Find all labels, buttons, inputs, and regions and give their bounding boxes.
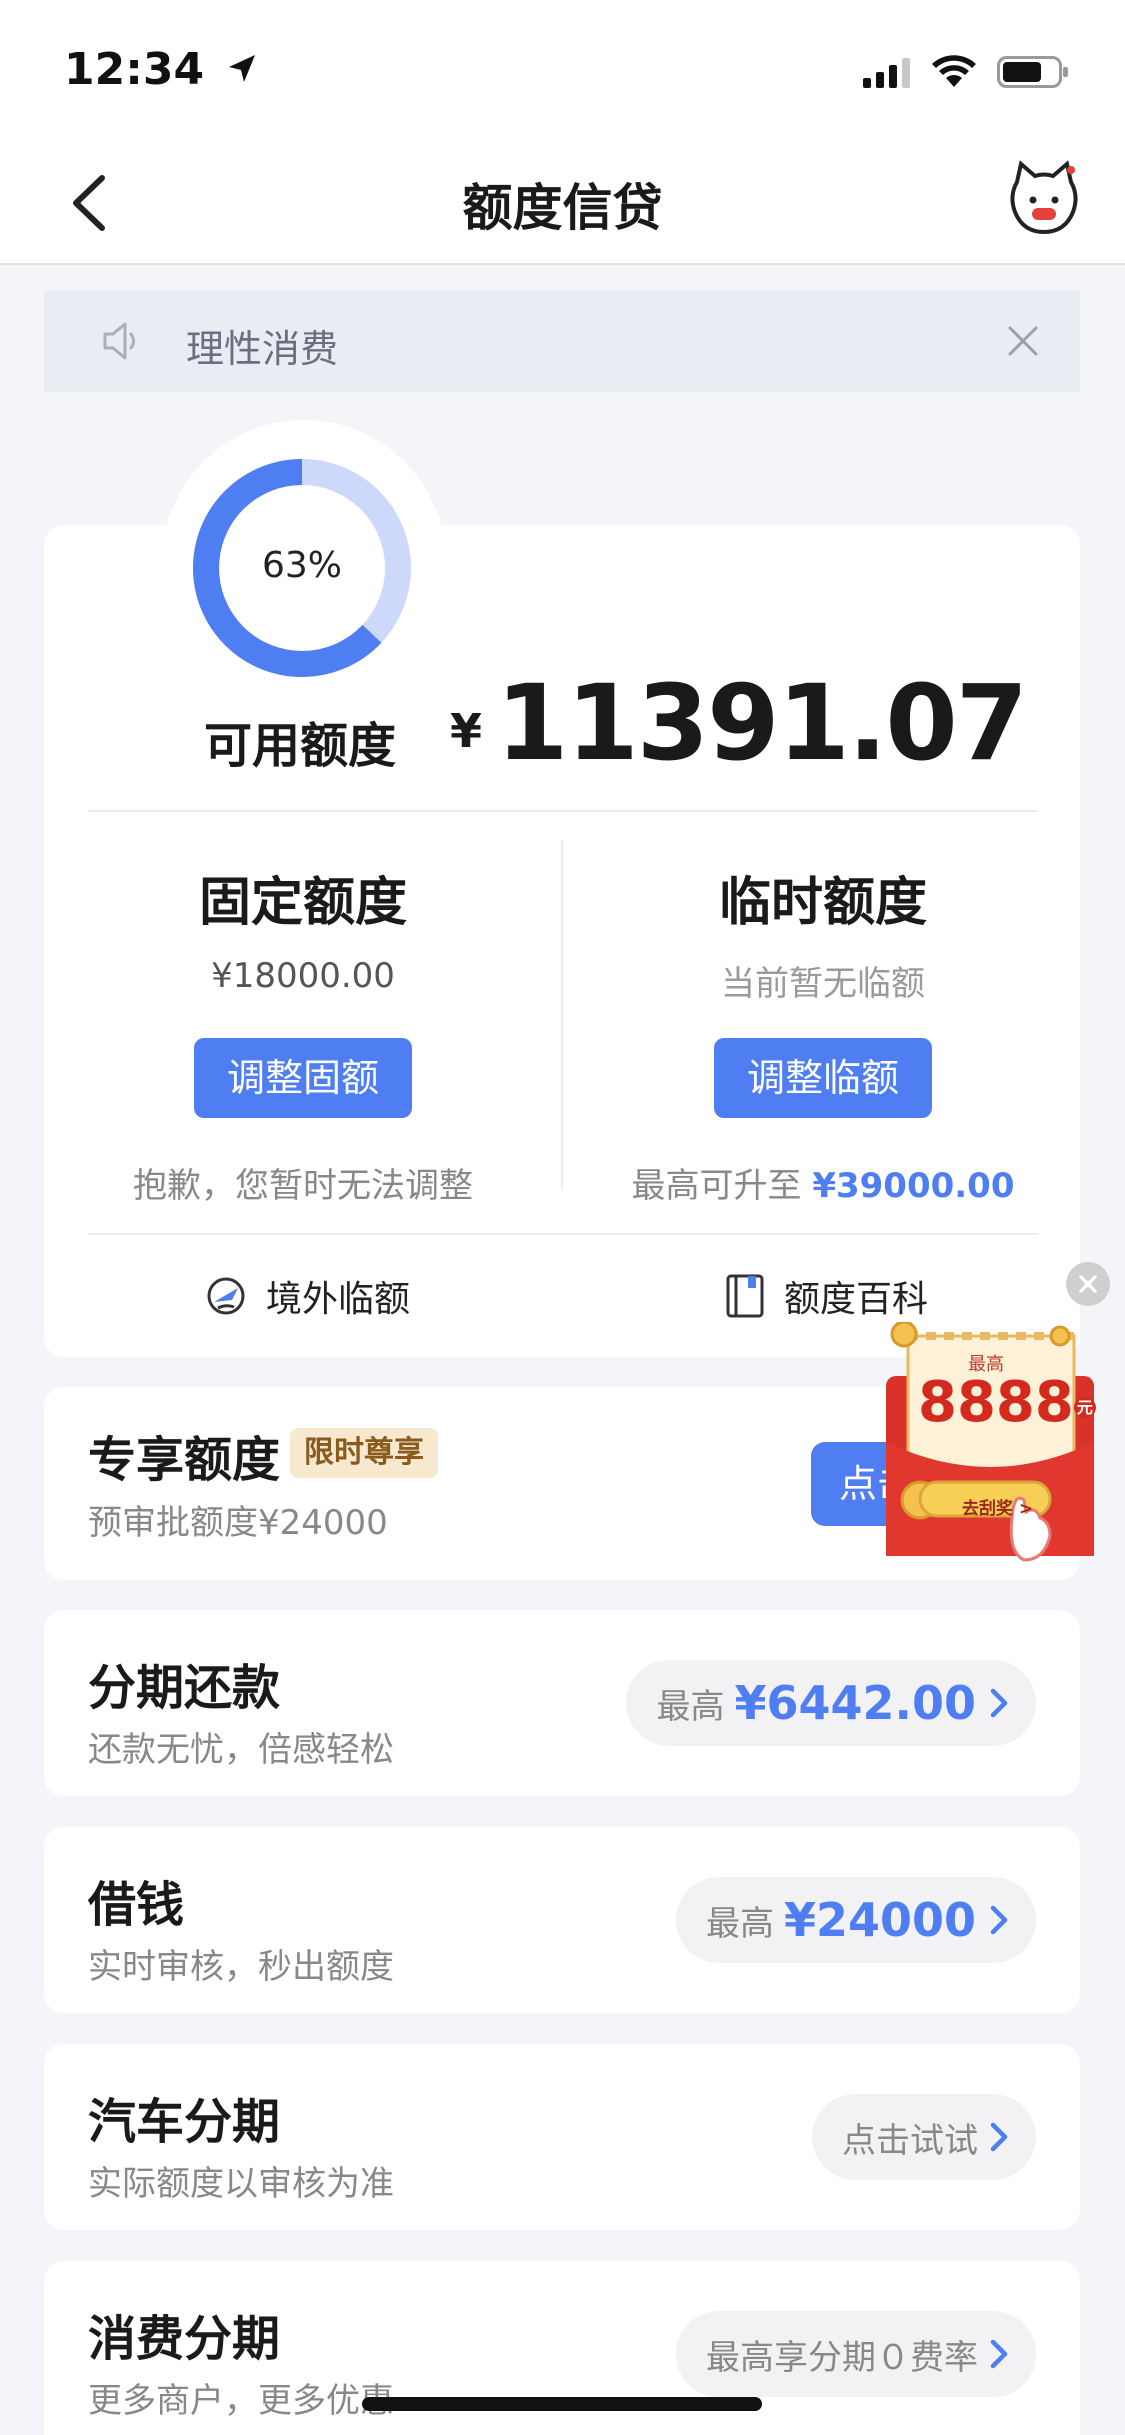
cellular-signal-icon xyxy=(863,58,910,88)
promo-unit: 元 xyxy=(1073,1396,1096,1418)
wifi-icon xyxy=(932,55,976,87)
usage-percent-label: 63% xyxy=(261,545,342,586)
notice-text: 理性消费 xyxy=(186,327,339,371)
status-bar: 12:34 xyxy=(0,0,1125,140)
temporary-note-prefix: 最高可升至 xyxy=(631,1166,802,1206)
status-time-text: 12:34 xyxy=(64,44,205,95)
row-subtitle: 实时审核，秒出额度 xyxy=(88,1947,394,1987)
divider-vertical xyxy=(561,840,563,1190)
divider xyxy=(88,1233,1038,1235)
close-icon[interactable] xyxy=(1002,320,1044,362)
pill-value: ¥24000 xyxy=(783,1893,976,1947)
currency-symbol: ¥ xyxy=(450,704,483,758)
fixed-credit-section: 固定额度 ¥18000.00 调整固额 抱歉，您暂时无法调整 xyxy=(68,860,538,1207)
row-pill[interactable]: 点击试试 xyxy=(812,2094,1036,2180)
nav-bar: 额度信贷 xyxy=(0,140,1125,265)
pill-label: 最高 xyxy=(705,1903,774,1944)
row-subtitle: 实际额度以审核为准 xyxy=(88,2164,394,2204)
status-time: 12:34 xyxy=(64,44,259,95)
promo-close-button[interactable] xyxy=(1066,1262,1110,1306)
limited-time-badge: 限时尊享 xyxy=(290,1428,438,1478)
list-item-car-installment[interactable]: 汽车分期 实际额度以审核为准 点击试试 xyxy=(44,2044,1080,2230)
adjust-temporary-button[interactable]: 调整临额 xyxy=(714,1038,932,1118)
status-icons xyxy=(863,50,1069,94)
page-title: 额度信贷 xyxy=(462,179,663,237)
home-indicator xyxy=(362,2397,762,2411)
temporary-credit-section: 临时额度 当前暂无临额 调整临额 最高可升至 ¥39000.00 xyxy=(588,860,1058,1207)
speaker-icon xyxy=(103,322,135,360)
battery-icon xyxy=(997,56,1068,88)
exclusive-credit-title: 专享额度 xyxy=(88,1432,281,1488)
row-pill[interactable]: 最高享分期０费率 xyxy=(676,2311,1036,2397)
row-title: 汽车分期 xyxy=(88,2094,281,2150)
row-title: 消费分期 xyxy=(88,2311,281,2367)
credit-wiki-link[interactable]: 额度百科 xyxy=(724,1270,928,1322)
chevron-right-icon xyxy=(990,2122,1008,2152)
book-icon xyxy=(726,1274,764,1318)
pill-label: 点击试试 xyxy=(842,2120,978,2161)
list-item-installment-repay[interactable]: 分期还款 还款无忧，倍感轻松 最高 ¥6442.00 xyxy=(44,1610,1080,1796)
promo-amount-value: 8888 xyxy=(918,1370,1074,1435)
temporary-credit-title: 临时额度 xyxy=(718,873,927,933)
overseas-credit-label: 境外临额 xyxy=(266,1279,411,1320)
chevron-right-icon xyxy=(990,2339,1008,2369)
promo-action: 去刮奖 > xyxy=(962,1499,1034,1519)
chevron-right-icon xyxy=(990,1688,1008,1718)
plane-globe-icon xyxy=(207,1277,245,1315)
row-pill[interactable]: 最高 ¥6442.00 xyxy=(626,1660,1036,1746)
pill-label: 最高享分期０费率 xyxy=(706,2337,978,2378)
credit-wiki-label: 额度百科 xyxy=(784,1279,929,1320)
temporary-credit-note: 最高可升至 ¥39000.00 xyxy=(588,1158,1058,1207)
notice-banner: 理性消费 xyxy=(44,290,1080,392)
available-credit-label: 可用额度 xyxy=(204,718,397,774)
fixed-credit-title: 固定额度 xyxy=(198,873,407,933)
divider xyxy=(88,810,1038,812)
row-subtitle: 更多商户，更多优惠 xyxy=(88,2381,394,2421)
fixed-credit-amount: ¥18000.00 xyxy=(211,956,395,996)
row-title: 借钱 xyxy=(88,1877,185,1933)
chevron-right-icon xyxy=(990,1905,1008,1935)
overseas-credit-link[interactable]: 境外临额 xyxy=(204,1270,410,1322)
cat-mascot-icon[interactable] xyxy=(1007,160,1081,236)
fixed-credit-note: 抱歉，您暂时无法调整 xyxy=(133,1166,473,1206)
exclusive-credit-sub: 预审批额度¥24000 xyxy=(88,1503,388,1543)
temporary-credit-status: 当前暂无临额 xyxy=(721,964,925,1004)
promo-amount: 8888 元 xyxy=(918,1370,1096,1435)
adjust-fixed-button[interactable]: 调整固额 xyxy=(194,1038,412,1118)
row-pill[interactable]: 最高 ¥24000 xyxy=(675,1877,1036,1963)
row-title: 分期还款 xyxy=(88,1660,281,1716)
row-subtitle: 还款无忧，倍感轻松 xyxy=(88,1730,394,1770)
temporary-note-amount: ¥39000.00 xyxy=(812,1166,1015,1206)
pill-value: ¥6442.00 xyxy=(734,1676,976,1730)
available-credit-amount: 11391.07 xyxy=(496,662,1028,784)
pill-label: 最高 xyxy=(656,1686,725,1727)
close-icon xyxy=(1079,1275,1097,1293)
location-arrow-icon xyxy=(229,55,256,82)
list-item-borrow[interactable]: 借钱 实时审核，秒出额度 最高 ¥24000 xyxy=(44,1827,1080,2013)
